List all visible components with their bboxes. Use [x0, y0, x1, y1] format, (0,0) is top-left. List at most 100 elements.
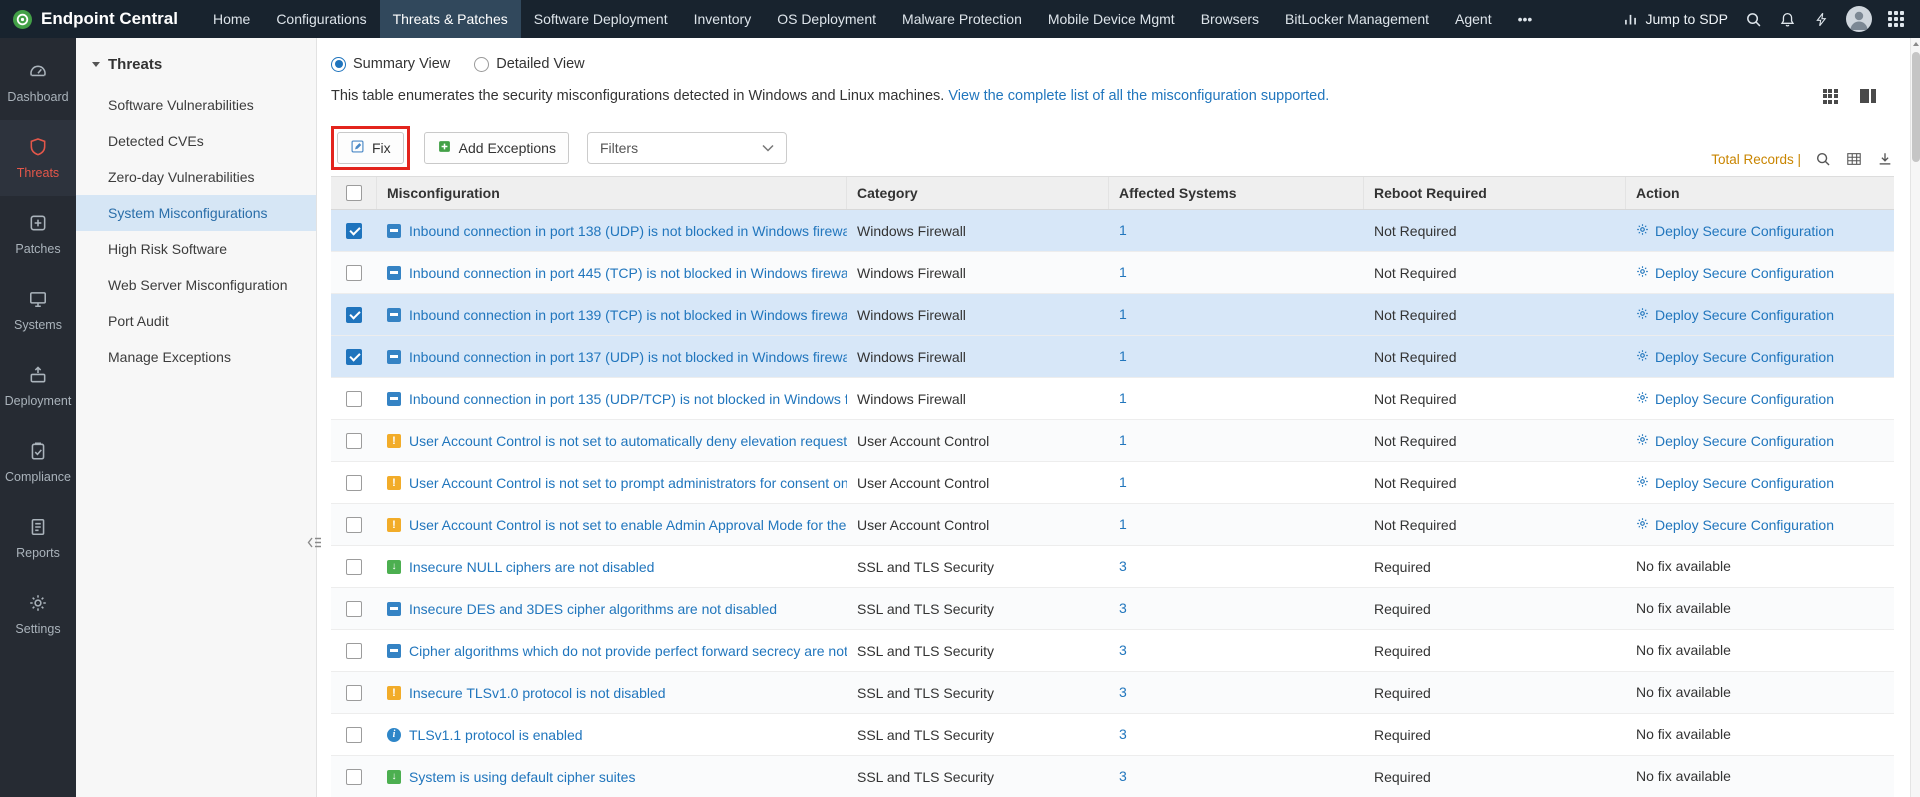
sidebar-item-software-vulnerabilities[interactable]: Software Vulnerabilities: [76, 87, 316, 123]
scrollbar-thumb[interactable]: [1912, 52, 1920, 162]
misconfiguration-link[interactable]: Inbound connection in port 138 (UDP) is …: [387, 223, 847, 239]
jump-to-sdp-button[interactable]: Jump to SDP: [1622, 10, 1728, 28]
sidebar-item-detected-cves[interactable]: Detected CVEs: [76, 123, 316, 159]
misconfiguration-link[interactable]: Inbound connection in port 135 (UDP/TCP)…: [387, 391, 847, 407]
total-records-link[interactable]: Total Records |: [1711, 152, 1801, 167]
deploy-secure-configuration-link[interactable]: Deploy Secure Configuration: [1636, 517, 1894, 533]
column-chooser-icon[interactable]: [1845, 150, 1863, 168]
row-checkbox[interactable]: [346, 601, 362, 617]
nav-item-inventory[interactable]: Inventory: [681, 0, 765, 38]
affected-systems-link[interactable]: 3: [1119, 768, 1127, 784]
affected-systems-link[interactable]: 1: [1119, 432, 1127, 448]
sidebar-item-system-misconfigurations[interactable]: System Misconfigurations: [76, 195, 316, 231]
grid-view-icon[interactable]: [1816, 84, 1844, 108]
rail-item-dashboard[interactable]: Dashboard: [0, 44, 76, 120]
deploy-secure-configuration-link[interactable]: Deploy Secure Configuration: [1636, 475, 1894, 491]
sidebar-item-zero-day-vulnerabilities[interactable]: Zero-day Vulnerabilities: [76, 159, 316, 195]
avatar[interactable]: [1846, 6, 1872, 32]
affected-systems-link[interactable]: 1: [1119, 222, 1127, 238]
row-checkbox[interactable]: [346, 727, 362, 743]
affected-systems-link[interactable]: 1: [1119, 390, 1127, 406]
misconfiguration-link[interactable]: System is using default cipher suites: [387, 769, 847, 785]
deploy-secure-configuration-link[interactable]: Deploy Secure Configuration: [1636, 265, 1894, 281]
row-checkbox[interactable]: [346, 517, 362, 533]
misconfiguration-link[interactable]: Inbound connection in port 139 (TCP) is …: [387, 307, 847, 323]
misconfiguration-link[interactable]: User Account Control is not set to promp…: [387, 475, 847, 491]
nav-item-more[interactable]: •••: [1505, 0, 1546, 38]
table-search-icon[interactable]: [1814, 150, 1832, 168]
misconfiguration-link[interactable]: User Account Control is not set to enabl…: [387, 517, 847, 533]
nav-item-threats-patches[interactable]: Threats & Patches: [380, 0, 521, 38]
deploy-secure-configuration-link[interactable]: Deploy Secure Configuration: [1636, 223, 1894, 239]
nav-item-malware-protection[interactable]: Malware Protection: [889, 0, 1035, 38]
summary-view-radio[interactable]: Summary View: [331, 56, 450, 72]
select-all-checkbox[interactable]: [346, 185, 362, 201]
misconfiguration-link[interactable]: Insecure TLSv1.0 protocol is not disable…: [387, 685, 847, 701]
row-checkbox[interactable]: [346, 265, 362, 281]
sidebar-header[interactable]: Threats: [76, 56, 316, 87]
affected-systems-link[interactable]: 3: [1119, 558, 1127, 574]
affected-systems-link[interactable]: 1: [1119, 264, 1127, 280]
sidebar-collapse-handle[interactable]: [304, 532, 324, 552]
misconfiguration-link[interactable]: Inbound connection in port 445 (TCP) is …: [387, 265, 847, 281]
misconfiguration-link[interactable]: Insecure DES and 3DES cipher algorithms …: [387, 601, 847, 617]
misconfiguration-link[interactable]: Cipher algorithms which do not provide p…: [387, 643, 847, 659]
misconfiguration-link[interactable]: Insecure NULL ciphers are not disabled: [387, 559, 847, 575]
supported-misconfigurations-link[interactable]: View the complete list of all the miscon…: [948, 88, 1329, 104]
nav-item-os-deployment[interactable]: OS Deployment: [764, 0, 889, 38]
misconfiguration-link[interactable]: User Account Control is not set to autom…: [387, 433, 847, 449]
row-checkbox[interactable]: [346, 685, 362, 701]
row-checkbox[interactable]: [346, 307, 362, 323]
affected-systems-link[interactable]: 1: [1119, 306, 1127, 322]
sidebar-item-high-risk-software[interactable]: High Risk Software: [76, 231, 316, 267]
nav-item-browsers[interactable]: Browsers: [1188, 0, 1272, 38]
vertical-scrollbar[interactable]: [1910, 38, 1920, 797]
affected-systems-link[interactable]: 3: [1119, 726, 1127, 742]
row-checkbox[interactable]: [346, 769, 362, 785]
row-checkbox[interactable]: [346, 391, 362, 407]
row-checkbox[interactable]: [346, 475, 362, 491]
misconfiguration-link[interactable]: TLSv1.1 protocol is enabled: [387, 727, 847, 743]
affected-systems-link[interactable]: 1: [1119, 348, 1127, 364]
row-checkbox[interactable]: [346, 433, 362, 449]
nav-item-configurations[interactable]: Configurations: [263, 0, 379, 38]
row-checkbox[interactable]: [346, 223, 362, 239]
affected-systems-link[interactable]: 3: [1119, 684, 1127, 700]
brand[interactable]: Endpoint Central: [12, 0, 178, 38]
scrollbar-up-arrow[interactable]: [1911, 38, 1920, 50]
rail-item-threats[interactable]: Threats: [0, 120, 76, 196]
rail-item-reports[interactable]: Reports: [0, 500, 76, 576]
affected-systems-link[interactable]: 3: [1119, 642, 1127, 658]
sidebar-item-manage-exceptions[interactable]: Manage Exceptions: [76, 339, 316, 375]
rail-item-systems[interactable]: Systems: [0, 272, 76, 348]
bolt-icon[interactable]: [1812, 10, 1830, 28]
detailed-view-radio[interactable]: Detailed View: [474, 56, 584, 72]
sidebar-item-web-server-misconfiguration[interactable]: Web Server Misconfiguration: [76, 267, 316, 303]
search-icon[interactable]: [1744, 10, 1762, 28]
nav-item-bitlocker-management[interactable]: BitLocker Management: [1272, 0, 1442, 38]
rail-item-settings[interactable]: Settings: [0, 576, 76, 652]
deploy-secure-configuration-link[interactable]: Deploy Secure Configuration: [1636, 349, 1894, 365]
fix-button[interactable]: Fix: [337, 132, 404, 164]
affected-systems-link[interactable]: 1: [1119, 474, 1127, 490]
rail-item-patches[interactable]: Patches: [0, 196, 76, 272]
add-exceptions-button[interactable]: Add Exceptions: [424, 132, 569, 164]
filters-dropdown[interactable]: Filters: [587, 132, 787, 164]
misconfiguration-link[interactable]: Inbound connection in port 137 (UDP) is …: [387, 349, 847, 365]
affected-systems-link[interactable]: 1: [1119, 516, 1127, 532]
rail-item-compliance[interactable]: Compliance: [0, 424, 76, 500]
sidebar-item-port-audit[interactable]: Port Audit: [76, 303, 316, 339]
export-download-icon[interactable]: [1876, 150, 1894, 168]
nav-item-mobile-device-mgmt[interactable]: Mobile Device Mgmt: [1035, 0, 1188, 38]
deploy-secure-configuration-link[interactable]: Deploy Secure Configuration: [1636, 433, 1894, 449]
nav-item-agent[interactable]: Agent: [1442, 0, 1505, 38]
row-checkbox[interactable]: [346, 349, 362, 365]
deploy-secure-configuration-link[interactable]: Deploy Secure Configuration: [1636, 391, 1894, 407]
row-checkbox[interactable]: [346, 559, 362, 575]
apps-grid-icon[interactable]: [1888, 11, 1904, 27]
split-view-icon[interactable]: [1854, 84, 1882, 108]
affected-systems-link[interactable]: 3: [1119, 600, 1127, 616]
rail-item-deployment[interactable]: Deployment: [0, 348, 76, 424]
row-checkbox[interactable]: [346, 643, 362, 659]
deploy-secure-configuration-link[interactable]: Deploy Secure Configuration: [1636, 307, 1894, 323]
